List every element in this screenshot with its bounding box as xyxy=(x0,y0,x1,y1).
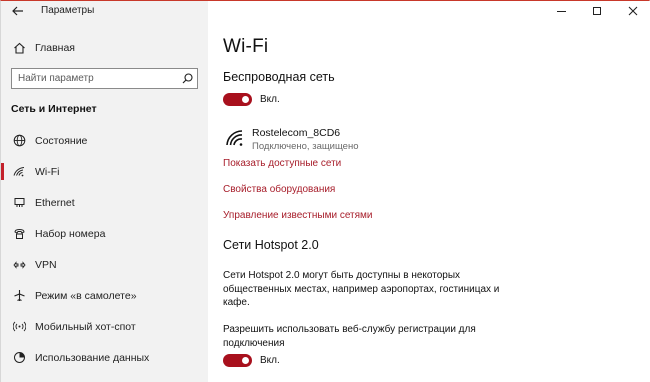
wifi-icon xyxy=(11,166,27,177)
phone-icon xyxy=(11,228,27,240)
registration-toggle-label: Вкл. xyxy=(260,355,280,366)
main-content: Wi-Fi Беспроводная сеть Вкл. Rostelecom_… xyxy=(208,1,650,382)
sidebar-item-airplane[interactable]: Режим «в самолете» xyxy=(1,280,208,311)
wireless-heading: Беспроводная сеть xyxy=(223,70,335,84)
globe-icon xyxy=(11,134,27,147)
home-label: Главная xyxy=(35,42,75,54)
sidebar-item-label: Набор номера xyxy=(35,227,106,240)
network-name: Rostelecom_8CD6 xyxy=(252,127,341,139)
sidebar-item-data-usage[interactable]: Использование данных xyxy=(1,342,208,373)
registration-toggle-row: Вкл. xyxy=(223,354,280,367)
sidebar-item-label: Wi-Fi xyxy=(35,165,60,178)
vpn-icon xyxy=(11,259,27,271)
sidebar: Параметры Главная Сеть и Интернет Состоя… xyxy=(1,1,208,382)
window-controls xyxy=(543,1,650,21)
sidebar-item-label: Мобильный хот-спот xyxy=(35,320,136,333)
maximize-icon xyxy=(593,7,601,15)
nav-list: Состояние Wi-Fi Ethernet Набор номера VP… xyxy=(1,125,208,373)
wireless-toggle-label: Вкл. xyxy=(260,94,280,105)
wireless-toggle[interactable] xyxy=(223,93,252,106)
back-button[interactable] xyxy=(7,3,29,21)
sidebar-item-dialup[interactable]: Набор номера xyxy=(1,218,208,249)
toggle-knob xyxy=(242,357,249,364)
page-title: Wi-Fi xyxy=(223,36,269,57)
maximize-button[interactable] xyxy=(579,1,615,21)
network-status: Подключено, защищено xyxy=(252,141,359,152)
sidebar-item-hotspot[interactable]: Мобильный хот-спот xyxy=(1,311,208,342)
sidebar-item-label: Режим «в самолете» xyxy=(35,289,137,302)
toggle-knob xyxy=(242,96,249,103)
search-input[interactable] xyxy=(12,73,177,84)
network-info: Rostelecom_8CD6 Подключено, защищено xyxy=(252,127,359,152)
sidebar-item-label: Состояние xyxy=(35,134,88,147)
sidebar-item-ethernet[interactable]: Ethernet xyxy=(1,187,208,218)
close-icon xyxy=(628,6,638,16)
hotspot-description: Сети Hotspot 2.0 могут быть доступны в н… xyxy=(223,270,500,308)
home-icon xyxy=(11,42,27,54)
home-nav-item[interactable]: Главная xyxy=(1,37,208,59)
settings-window: Параметры Главная Сеть и Интернет Состоя… xyxy=(0,0,650,382)
sidebar-item-vpn[interactable]: VPN xyxy=(1,249,208,280)
search-box[interactable] xyxy=(11,68,198,89)
sidebar-item-wifi[interactable]: Wi-Fi xyxy=(1,156,208,187)
sidebar-item-label: Ethernet xyxy=(35,196,75,209)
back-arrow-icon xyxy=(12,6,23,16)
registration-description: Разрешить использовать веб-службу регист… xyxy=(223,324,476,349)
hotspot-icon xyxy=(11,320,27,333)
airplane-icon xyxy=(11,289,27,302)
wireless-toggle-row: Вкл. xyxy=(223,93,280,106)
sidebar-item-label: Использование данных xyxy=(35,351,150,364)
search-icon[interactable] xyxy=(177,69,197,88)
app-title: Параметры xyxy=(41,5,95,16)
minimize-button[interactable] xyxy=(543,1,579,21)
sidebar-item-label: VPN xyxy=(35,258,57,271)
wifi-signal-icon xyxy=(226,130,243,146)
hardware-properties-link[interactable]: Свойства оборудования xyxy=(223,184,335,195)
ethernet-icon xyxy=(11,197,27,209)
manage-known-networks-link[interactable]: Управление известными сетями xyxy=(223,210,373,221)
connected-network[interactable]: Rostelecom_8CD6 Подключено, защищено xyxy=(226,127,359,152)
close-button[interactable] xyxy=(615,1,650,21)
sidebar-item-status[interactable]: Состояние xyxy=(1,125,208,156)
hotspot-heading: Сети Hotspot 2.0 xyxy=(223,238,319,252)
data-usage-icon xyxy=(11,351,27,364)
minimize-icon xyxy=(556,11,566,12)
section-title: Сеть и Интернет xyxy=(11,103,97,115)
registration-toggle[interactable] xyxy=(223,354,252,367)
show-networks-link[interactable]: Показать доступные сети xyxy=(223,158,341,169)
